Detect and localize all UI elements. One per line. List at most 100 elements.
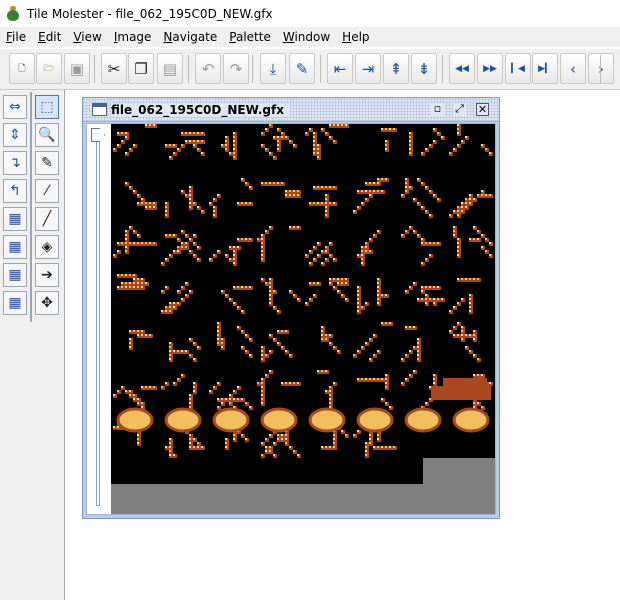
shift-down-tool[interactable]: ↴: [3, 151, 27, 175]
grid-up-tool[interactable]: ▦: [3, 263, 27, 287]
tile-graphics: [111, 124, 495, 514]
slider-thumb[interactable]: [91, 128, 105, 142]
tile-block: [431, 386, 491, 400]
menu-label-rest: iew: [81, 30, 102, 44]
tile-canvas[interactable]: [111, 124, 495, 514]
menu-mnemonic: W: [282, 30, 295, 44]
pencil-icon: ✎: [41, 155, 53, 171]
decrease-height-button[interactable]: ⇞: [383, 53, 409, 84]
save-button[interactable]: ▣: [64, 53, 90, 84]
menu-label-rest: elp: [351, 30, 370, 44]
zoom-tool[interactable]: 🔍: [35, 123, 59, 147]
menu-label-rest: alette: [235, 30, 271, 44]
folder-icon: 🗁: [43, 63, 55, 74]
zoom-slider[interactable]: [91, 128, 106, 506]
decrease-width-button[interactable]: ⇤: [327, 53, 353, 84]
grid-row-icon: ▦: [8, 239, 22, 255]
maximize-icon[interactable]: ⤢: [453, 103, 466, 116]
menu-mnemonic: P: [229, 30, 236, 44]
menu-item-image[interactable]: Image: [108, 27, 158, 47]
four-way-arrow-icon: ✥: [41, 295, 53, 311]
mover-tool[interactable]: ✥: [35, 291, 59, 315]
toolbar: 🗋 🗁 ▣ ✂ ❐ ▤ ↶ ↷ ⤓ ✎ ⇤ ⇥ ⇞ ⇟ ◀◀ ▶▶ ▎◀ ▶▎ ‹ ›: [0, 49, 620, 89]
arrow-down-right-icon: ↴: [9, 155, 21, 171]
download-arrow-icon: ⤓: [269, 59, 277, 78]
toolbar-separator: [442, 55, 443, 83]
menu-item-view[interactable]: View: [67, 27, 107, 47]
undo-icon: ↶: [201, 59, 215, 78]
scissors-icon: ✂: [107, 59, 121, 78]
toolbar-separator: [188, 55, 189, 83]
increase-width-button[interactable]: ⇥: [355, 53, 381, 84]
add-bookmark-button[interactable]: ✎: [289, 53, 315, 84]
insert-column-tool[interactable]: ▦: [3, 207, 27, 231]
grid-arrow-down-icon: ▦: [8, 295, 22, 311]
menu-item-window[interactable]: Window: [277, 27, 336, 47]
paste-button[interactable]: ▤: [157, 53, 183, 84]
go-to-button[interactable]: ⤓: [260, 53, 286, 84]
menu-bar: File Edit View Image Navigate Palette Window He…: [0, 27, 620, 47]
page-back-button[interactable]: ◀◀: [449, 53, 475, 84]
eyedropper-icon: ⁄: [45, 183, 49, 199]
redo-icon: ↷: [229, 59, 243, 78]
redo-button[interactable]: ↷: [223, 53, 249, 84]
replace-arrow-icon: ➔: [41, 267, 53, 283]
selection-rectangle-icon: ⬚: [40, 99, 54, 115]
tile-forward-button[interactable]: ›: [588, 53, 614, 84]
close-icon[interactable]: ✕: [476, 103, 489, 116]
columns-right-icon: ⇥: [361, 59, 375, 78]
minimize-icon[interactable]: ▫: [431, 103, 444, 116]
tile-block: [443, 378, 487, 388]
row-forward-button[interactable]: ▶▎: [532, 53, 558, 84]
document-icon: [92, 103, 107, 116]
arrow-up-left-icon: ↰: [9, 183, 21, 199]
open-button[interactable]: 🗁: [36, 53, 62, 84]
menu-mnemonic: E: [38, 30, 46, 44]
menu-item-edit[interactable]: Edit: [32, 27, 67, 47]
tile-back-button[interactable]: ‹: [560, 53, 586, 84]
line-tool[interactable]: ╱: [35, 207, 59, 231]
paint-bucket-icon: ◈: [41, 239, 53, 255]
chevron-left-icon: ‹: [570, 59, 576, 78]
canvas-empty-region: [423, 458, 495, 514]
pencil-tool[interactable]: ✎: [35, 151, 59, 175]
cut-button[interactable]: ✂: [101, 53, 127, 84]
line-icon: ╱: [42, 211, 52, 227]
selection-tool[interactable]: ⬚: [35, 95, 59, 119]
menu-item-help[interactable]: Help: [336, 27, 375, 47]
increase-height-button[interactable]: ⇟: [411, 53, 437, 84]
menu-label-rest: mage: [117, 30, 152, 44]
insert-row-tool[interactable]: ▦: [3, 235, 27, 259]
grid-down-tool[interactable]: ▦: [3, 291, 27, 315]
move-tool[interactable]: ⇔: [3, 95, 27, 119]
magnifier-icon: 🔍: [38, 127, 56, 143]
fill-tool[interactable]: ◈: [35, 235, 59, 259]
bar-right-arrow-icon: ▶▎: [538, 63, 552, 74]
double-left-arrow-icon: ◀◀: [455, 63, 469, 74]
slider-track[interactable]: [96, 136, 100, 506]
tile-coin: [212, 407, 250, 433]
document-titlebar[interactable]: file_062_195C0D_NEW.gfx ▫ ⤢ ✕: [83, 98, 499, 122]
tile-coin: [404, 407, 442, 433]
undo-button[interactable]: ↶: [195, 53, 221, 84]
vertical-move-tool[interactable]: ⇕: [3, 123, 27, 147]
grid-arrow-up-icon: ▦: [8, 267, 22, 283]
page-forward-button[interactable]: ▶▶: [477, 53, 503, 84]
toolbar-separator: [320, 55, 321, 83]
window-title: Tile Molester - file_062_195C0D_NEW.gfx: [27, 6, 273, 21]
document-title: file_062_195C0D_NEW.gfx: [111, 103, 290, 117]
row-back-button[interactable]: ▎◀: [505, 53, 531, 84]
bar-left-arrow-icon: ▎◀: [511, 63, 525, 74]
dropper-tool[interactable]: ⁄: [35, 179, 59, 203]
menu-item-file[interactable]: File: [0, 27, 32, 47]
menu-item-palette[interactable]: Palette: [223, 27, 277, 47]
replace-color-tool[interactable]: ➔: [35, 263, 59, 287]
new-file-button[interactable]: 🗋: [9, 53, 35, 84]
grid-column-icon: ▦: [8, 211, 22, 227]
tile-coin: [260, 407, 298, 433]
document-frame[interactable]: file_062_195C0D_NEW.gfx ▫ ⤢ ✕: [82, 97, 500, 519]
shift-up-tool[interactable]: ↰: [3, 179, 27, 203]
window-titlebar: Tile Molester - file_062_195C0D_NEW.gfx: [0, 0, 620, 27]
menu-item-navigate[interactable]: Navigate: [157, 27, 223, 47]
copy-button[interactable]: ❐: [128, 53, 154, 84]
